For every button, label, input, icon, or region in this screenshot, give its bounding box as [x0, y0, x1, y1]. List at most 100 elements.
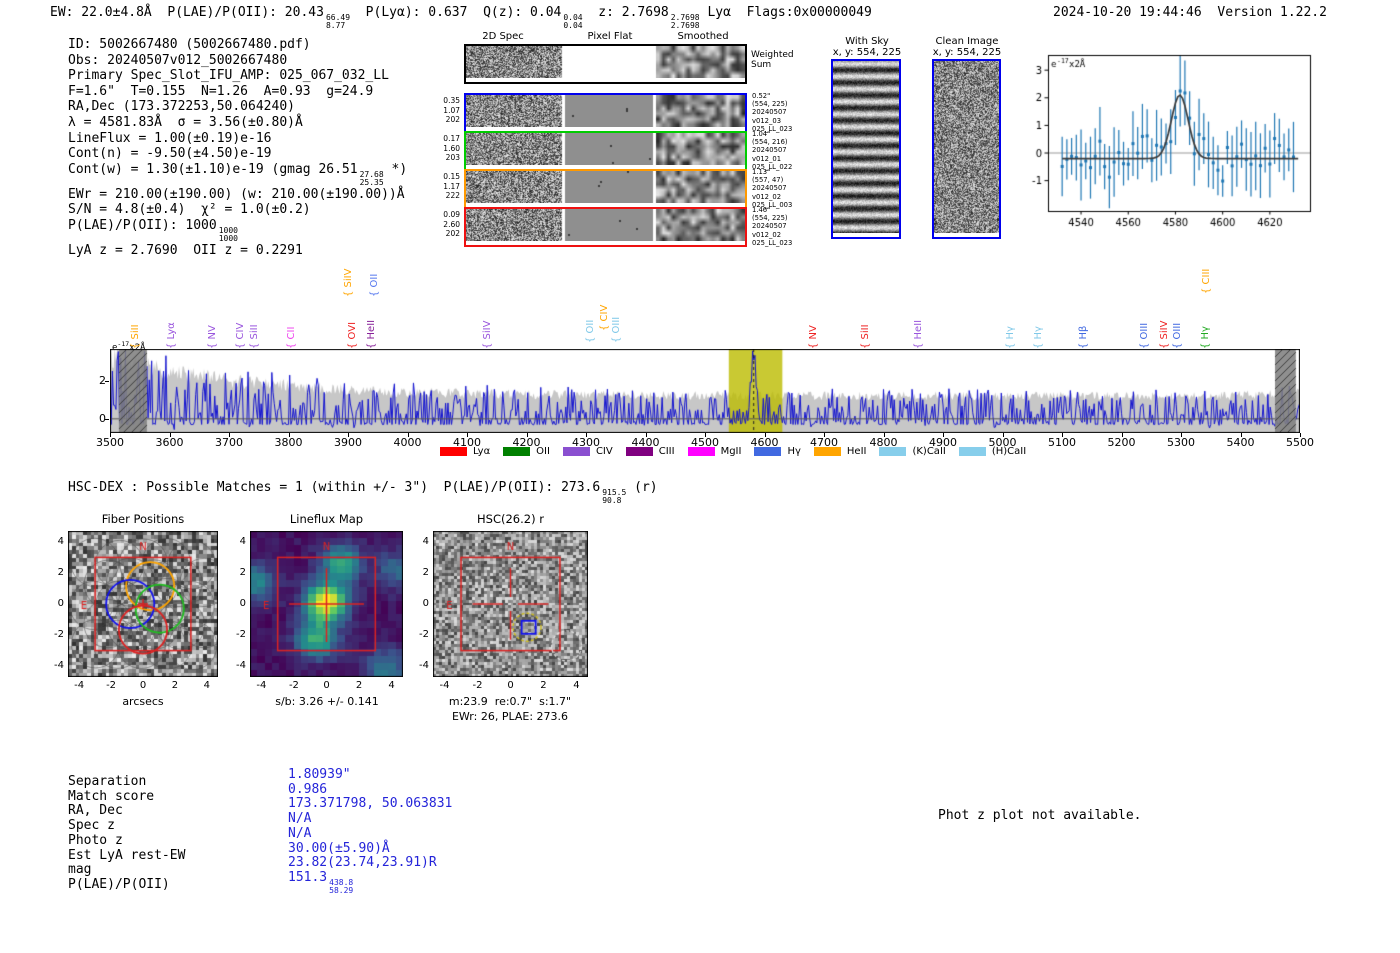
header-summary: EW: 22.0±4.8Å P(LAE)/P(OII): 20.43 66.49 8… — [50, 5, 872, 30]
info-line: RA,Dec (173.372253,50.064240) — [68, 99, 295, 115]
cutout-x-tick: 0 — [507, 680, 514, 691]
cutout-x-tick: -2 — [106, 680, 117, 691]
spec2d-row-right-labels: 0.52" (554, 225) 20240507 v012_03 025_LL_023 — [752, 92, 793, 133]
stacked-uncertainty: 27.68 25.35 — [359, 169, 384, 187]
info-line: F=1.6" T=0.155 N=1.26 A=0.93 g=24.9 — [68, 83, 374, 99]
tick-mark — [824, 433, 825, 437]
emission-line-label: { CIV — [599, 304, 611, 331]
cutout-y-tick: 0 — [422, 598, 429, 609]
stacked-uncertainty: 1000 1000 — [218, 225, 238, 243]
info-line: Obs: 20240507v012_5002667480 — [68, 52, 288, 68]
clean-title: Clean Image — [935, 36, 999, 47]
spectrum-x-tick: 5300 — [1167, 436, 1195, 449]
tick-mark — [764, 433, 766, 437]
cutout-x-tick: -4 — [74, 680, 85, 691]
spec2d-row-right-labels: 1.04" (554, 216) 20240507 v012_01 025_LL_022 — [752, 130, 793, 171]
spec2d-row-right-labels: 1.13" (557, 47) 20240507 v012_02 025_LL_003 — [752, 168, 793, 209]
spectrum-y-tick: 0 — [99, 411, 106, 425]
spec2d-row-canvas — [466, 133, 745, 165]
fiber-positions-cutout — [68, 531, 218, 677]
match-row-label: RA, Dec — [68, 803, 123, 819]
header-meta: 2024-10-20 19:44:46 Version 1.22.2 — [1053, 5, 1327, 20]
photz-note: Phot z plot not available. — [938, 808, 1142, 823]
cutout-x-tick: -4 — [256, 680, 267, 691]
legend-swatch — [687, 447, 715, 456]
emission-line-label: { OIII — [1172, 322, 1184, 349]
cutout-y-tick: 2 — [239, 566, 246, 578]
match-row-label: Photo z — [68, 832, 123, 848]
line-fit-zoom-plot — [1022, 45, 1314, 235]
withsky-image — [831, 59, 901, 239]
emission-line-label: { Hγ — [1004, 326, 1016, 349]
hsc-cutout — [433, 531, 588, 677]
spec2d-row-canvas — [466, 171, 745, 203]
match-row-label: Separation — [68, 774, 147, 789]
legend-item: CIV — [562, 446, 613, 457]
spec2d-row-canvas — [466, 95, 745, 127]
legend-swatch — [754, 447, 782, 456]
withsky-canvas — [833, 61, 899, 233]
cutout-y-tick: -4 — [419, 660, 429, 672]
match-row-value: 30.00(±5.90)Å — [288, 840, 390, 856]
hsc-caption-1: m:23.9 re:0.7" s:1.7" — [448, 695, 572, 708]
match-row-value: 1.80939" — [288, 767, 351, 782]
info-line: P(LAE)/P(OII): 1000 1000 1000 — [68, 217, 238, 243]
spec2d-row-left-labels: 0.35 1.07 202 — [443, 96, 460, 124]
spectrum-x-tick: 3900 — [334, 436, 362, 449]
tick-mark — [705, 433, 706, 437]
legend-item: (H)CaII — [958, 446, 1026, 457]
info-line: Cont(n) = -9.50(±4.50)e-19 — [68, 146, 272, 162]
cutout-x-tick: 4 — [203, 680, 211, 691]
lineflux-map-cutout — [250, 531, 403, 677]
spectrum-x-tick: 3800 — [274, 436, 303, 449]
cutout-y-tick: -2 — [236, 629, 246, 641]
spec2d-row-left-labels: 0.15 1.17 222 — [443, 172, 460, 200]
emission-line-label: { NV — [807, 325, 819, 349]
info-line: LyA z = 2.7690 OII z = 0.2291 — [68, 242, 303, 258]
col-title-2dspec: 2D Spec — [482, 31, 524, 42]
fiber-positions-title: Fiber Positions — [101, 512, 185, 526]
emission-line-label: { Hγ — [1033, 326, 1045, 349]
hsc-cutout-title: HSC(26.2) r — [477, 512, 544, 526]
detection-info-block: ID: 5002667480 (5002667480.pdf) Obs: 2024… — [68, 37, 407, 259]
match-row-value: 23.82(23.74,23.91)R — [288, 855, 437, 871]
legend-item: CIII — [625, 446, 675, 457]
spectrum-x-tick: 3600 — [155, 436, 184, 449]
cutout-x-tick: 2 — [171, 680, 179, 691]
cutout-y-tick: 2 — [422, 566, 429, 578]
emission-line-label: { OII — [369, 273, 381, 297]
legend-swatch — [813, 447, 841, 456]
emission-line-label: { SiII — [249, 324, 261, 349]
tick-mark — [467, 433, 468, 437]
clean-canvas — [934, 61, 999, 233]
legend-swatch — [879, 447, 907, 456]
match-row-label: Est LyA rest-EW — [68, 847, 186, 863]
legend-item: MgII — [687, 446, 741, 457]
tick-mark — [348, 433, 349, 437]
spectrum-x-tick: 5500 — [1286, 436, 1314, 449]
tick-mark — [105, 418, 109, 420]
cutout-y-tick: -4 — [54, 660, 64, 672]
emission-line-label: { Lyα — [165, 322, 177, 349]
emission-line-label: { OIII — [1139, 322, 1151, 349]
match-row-value: 151.3 438.8 58.29 — [288, 869, 354, 895]
emission-line-label: { CIII — [1201, 268, 1213, 294]
cutout-y-tick: -4 — [236, 660, 246, 672]
emission-line-label: { OII — [584, 319, 596, 343]
match-row-value: 0.986 — [288, 781, 328, 797]
stacked-uncertainty: 0.04 0.04 — [563, 13, 583, 30]
cutout-x-tick: -2 — [288, 680, 299, 691]
spectrum-x-tick: 3500 — [96, 436, 124, 449]
cutout-y-tick: 4 — [422, 535, 429, 547]
info-line: λ = 4581.83Å σ = 3.56(±0.80)Å — [68, 114, 303, 130]
match-row-value: N/A — [288, 825, 312, 841]
full-spectrum-plot — [110, 349, 1300, 433]
spectrum-x-tick: 3700 — [215, 436, 243, 449]
tick-mark — [1121, 433, 1123, 437]
spectrum-x-tick: 5400 — [1226, 436, 1255, 449]
spec2d-row-left-labels: 0.09 2.60 202 — [443, 210, 460, 238]
spec2d-row-left-labels: 0.17 1.60 203 — [443, 134, 460, 162]
tick-mark — [110, 433, 111, 437]
cutout-y-tick: 4 — [57, 535, 64, 547]
stacked-uncertainty: 66.49 8.77 — [325, 13, 351, 30]
